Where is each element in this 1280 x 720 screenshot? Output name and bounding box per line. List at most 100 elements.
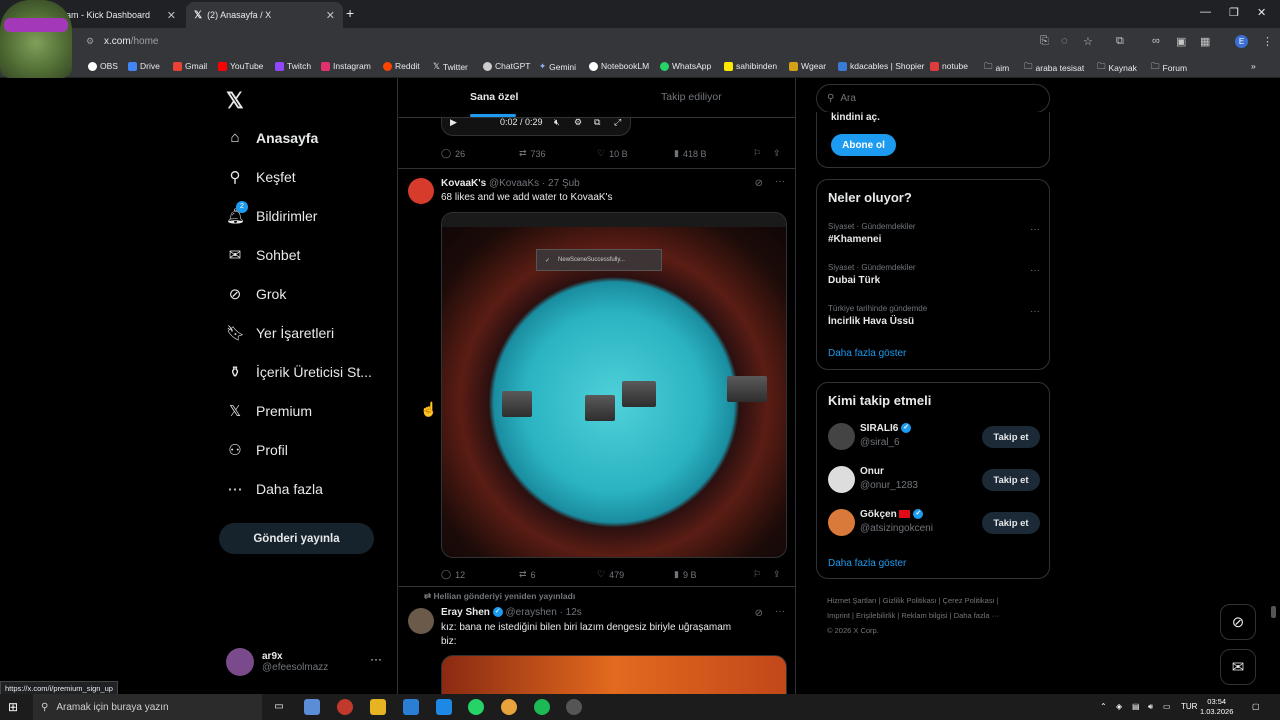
views-button[interactable]: ▮ 9 B [674,569,696,580]
notifications-icon[interactable]: ▢ [1252,702,1260,711]
repost-button[interactable]: ⇄ 6 [519,569,536,580]
messages-fab-button[interactable]: ✉ [1220,649,1256,685]
more-icon[interactable]: ··· [775,606,785,617]
repost-button[interactable]: ⇄ 736 [519,148,546,159]
author-name[interactable]: KovaaK's [441,178,486,189]
bookmark-item[interactable]: YouTube [218,61,263,71]
follow-button[interactable]: Takip et [982,512,1040,534]
minimize-button[interactable]: — [1200,6,1211,18]
whatsapp-icon[interactable] [468,699,484,715]
bookmark-icon[interactable]: ⚐ [753,148,761,159]
bookmark-item[interactable]: 🗀︎ Forum [1151,61,1187,75]
sidebar-item-home[interactable]: ⌂ Anasayfa [226,129,318,146]
obs-icon[interactable] [566,699,582,715]
trend-item[interactable]: Siyaset · Gündemdekiler Dubai Türk ··· [828,263,1040,286]
eye-off-icon[interactable]: ◌ [1061,35,1068,47]
bookmark-item[interactable]: notube [930,61,968,71]
tab-x-home[interactable]: 𝕏 (2) Anasayfa / X ✕ [186,2,343,28]
post-date[interactable]: · 27 Şub [542,178,580,189]
sidepanel-icon[interactable]: ▣ [1176,35,1186,48]
author-handle[interactable]: @KovaaKs [489,178,539,189]
like-button[interactable]: ♡ 10 B [597,148,628,159]
language-indicator[interactable]: TUR [1181,702,1197,711]
app-icon[interactable] [337,699,353,715]
network-icon[interactable]: ▭ [1163,702,1171,711]
app-icon[interactable] [436,699,452,715]
suggested-user[interactable]: Onur @onur_1283 Takip et [828,466,1040,496]
tray-icon[interactable]: ▤ [1132,702,1140,711]
pip-icon[interactable]: ⧉ [594,117,600,128]
sidebar-item-more[interactable]: ⋯ Daha fazla [226,480,323,498]
grok-icon[interactable]: ⊘ [755,178,763,189]
like-button[interactable]: ♡ 479 [597,569,624,580]
bookmark-item[interactable]: NotebookLM [589,61,649,71]
search-box[interactable]: ⚲ Ara [816,84,1050,113]
reply-button[interactable]: ◯ 12 [441,569,465,580]
follow-button[interactable]: Takip et [982,469,1040,491]
follow-button[interactable]: Takip et [982,426,1040,448]
clock[interactable]: 03:54 1.03.2026 [1200,697,1233,717]
show-more-link[interactable]: Daha fazla göster [828,558,906,569]
chrome-icon[interactable] [501,699,517,715]
bookmark-item[interactable]: kdacables | Shopier [838,61,925,71]
avatar[interactable] [408,178,434,204]
bookmark-item[interactable]: Instagram [321,61,371,71]
more-icon[interactable]: ··· [1030,265,1040,276]
fullscreen-icon[interactable]: ⤢ [614,117,621,128]
reply-button[interactable]: ◯ 26 [441,148,465,159]
bookmarks-overflow-button[interactable]: » [1251,61,1256,71]
post-date[interactable]: · 12s [560,607,582,618]
sidebar-item-creator-studio[interactable]: ⚱ İçerik Üreticisi St... [226,363,372,381]
post-image[interactable]: ✓ NewSceneSuccessfully... [441,212,787,558]
maximize-button[interactable]: ❐ [1229,6,1239,19]
sidebar-item-chat[interactable]: ✉ Sohbet [226,246,301,264]
subscribe-button[interactable]: Abone ol [831,134,896,156]
sidebar-item-notifications[interactable]: 🔔︎ 2 Bildirimler [226,201,317,225]
suggested-user[interactable]: SIRALI6 ✓ @siral_6 Takip et [828,423,1040,453]
tab-following[interactable]: Takip ediliyor [661,91,722,103]
new-tab-button[interactable]: + [346,5,354,21]
author-name[interactable]: Eray Shen [441,607,490,618]
mute-icon[interactable]: 🔇︎ [554,117,560,128]
footer-line[interactable]: Hizmet Şartları | Gizlilik Politikası | … [827,593,1047,608]
tray-icon[interactable]: ◈ [1116,702,1122,711]
suggested-user[interactable]: Gökçen ✓ @atsizingokceni Takip et [828,509,1040,539]
views-button[interactable]: ▮ 418 B [674,148,706,159]
task-view-icon[interactable]: ▭ [271,699,287,715]
tab-for-you[interactable]: Sana özel [470,91,518,103]
taskbar-search[interactable]: ⚲ Aramak için buraya yazın [33,694,262,720]
bookmark-item[interactable]: WhatsApp [660,61,711,71]
account-switcher[interactable]: ar9x @efeesolmazz ··· [226,648,382,676]
bookmark-item[interactable]: Gmail [173,61,207,71]
sidebar-item-grok[interactable]: ⊘ Grok [226,285,287,303]
sidebar-item-premium[interactable]: 𝕏 Premium [226,402,312,420]
bookmark-item[interactable]: Twitch [275,61,311,71]
close-icon[interactable]: ✕ [167,9,176,22]
bookmark-item[interactable]: 🗀︎ araba tesisat [1024,61,1084,75]
scrollbar-thumb[interactable] [1271,606,1276,618]
bookmark-item[interactable]: sahibinden [724,61,777,71]
trend-item[interactable]: Siyaset · Gündemdekiler #Khamenei ··· [828,222,1040,245]
star-icon[interactable]: ☆ [1083,35,1093,48]
tab-kick-dashboard[interactable]: am - Kick Dashboard ✕ [58,2,184,28]
post-button[interactable]: Gönderi yayınla [219,523,374,554]
grid-icon[interactable]: ▦ [1200,35,1210,48]
link-icon[interactable]: ∞ [1152,35,1160,47]
bookmark-item[interactable]: OBS [88,61,118,71]
bookmark-item[interactable]: 𝕏 Twitter [433,61,468,72]
trend-item[interactable]: Türkiye tarihinde gündemde İncirlik Hava… [828,304,1040,327]
volume-icon[interactable]: 🔊︎ [1148,702,1153,712]
bookmark-icon[interactable]: ⚐ [753,569,761,580]
sidebar-item-profile[interactable]: ⚇ Profil [226,441,288,459]
menu-icon[interactable]: ⋮ [1262,35,1273,48]
settings-icon[interactable]: ⚙ [574,117,582,128]
grok-icon[interactable]: ⊘ [755,608,763,619]
post-video[interactable] [441,655,787,694]
x-logo-icon[interactable]: 𝕏 [226,88,244,114]
install-app-icon[interactable]: ⎘ [1040,35,1049,48]
bookmark-item[interactable]: 🗀︎ Kaynak [1097,61,1137,75]
sidebar-item-bookmarks[interactable]: 🔖︎ Yer İşaretleri [226,324,334,342]
show-more-link[interactable]: Daha fazla göster [828,348,906,359]
bookmark-item[interactable]: Wgear [789,61,826,71]
avatar[interactable] [408,608,434,634]
